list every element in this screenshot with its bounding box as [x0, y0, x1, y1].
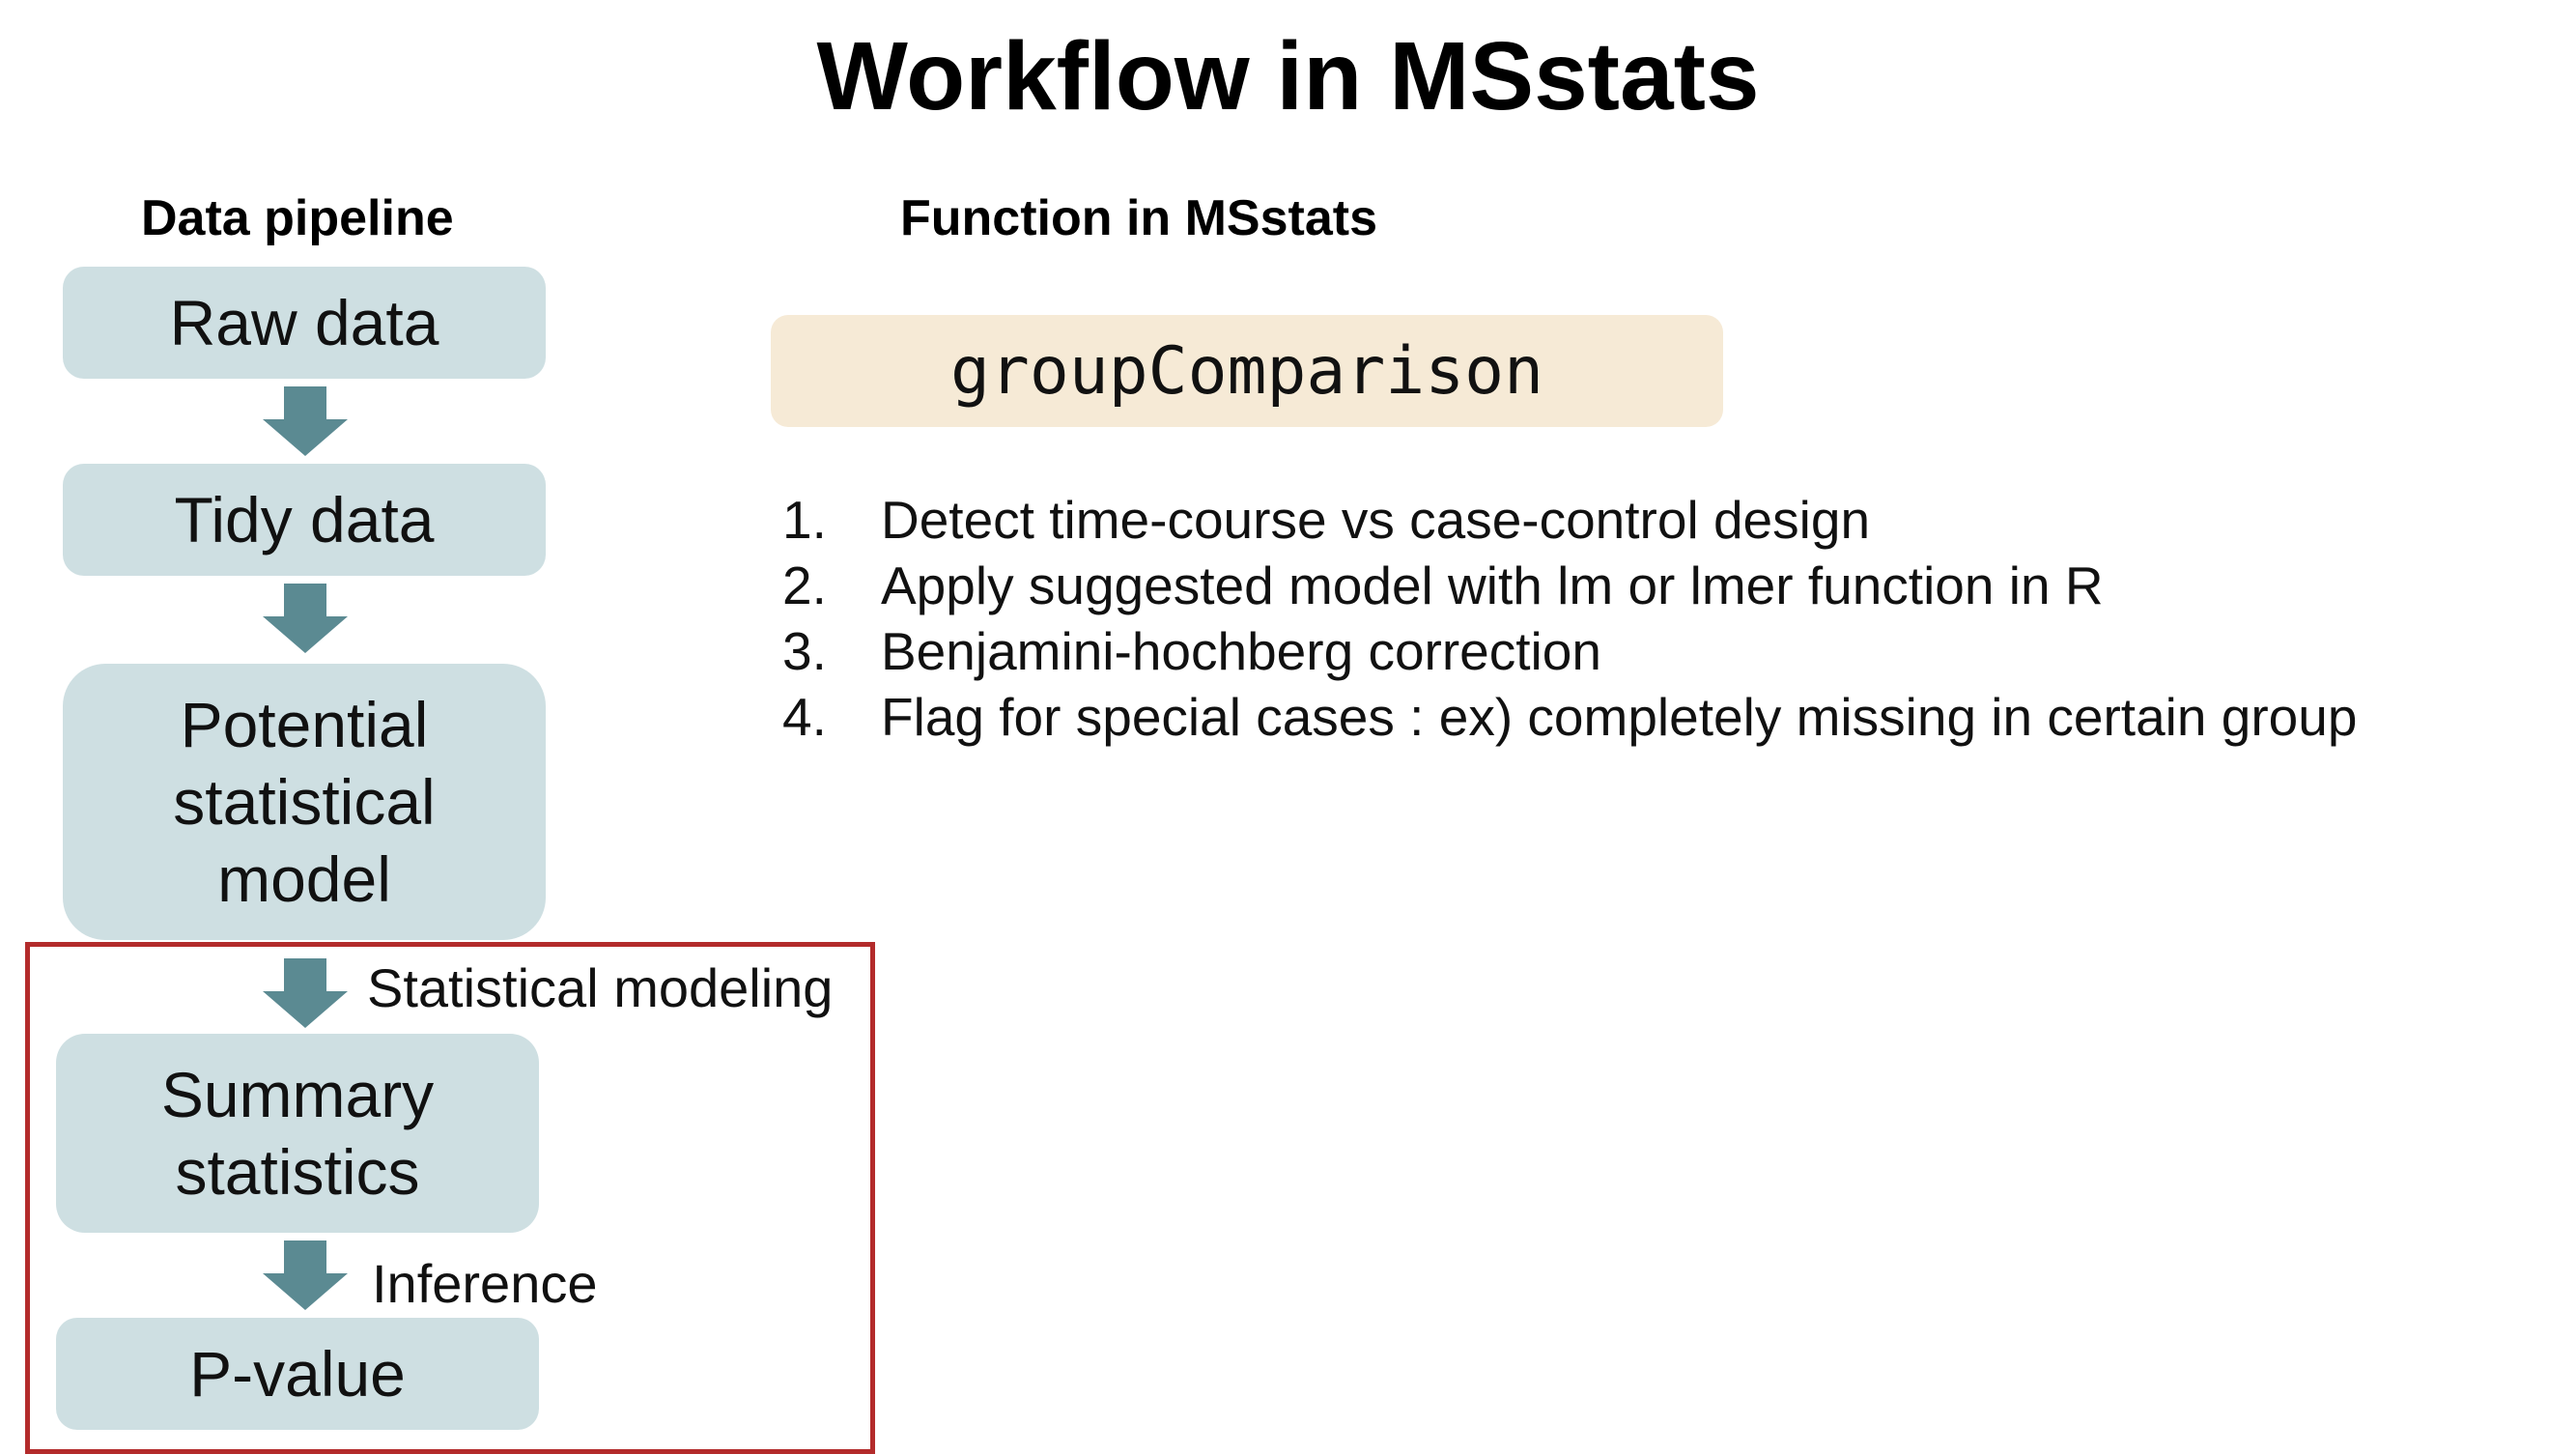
model-label-line: model	[217, 843, 391, 915]
list-item: 4. Flag for special cases : ex) complete…	[782, 684, 2357, 750]
down-arrow-icon	[263, 958, 348, 1028]
statistical-model-box: Potential statistical model	[63, 664, 546, 940]
inference-label: Inference	[372, 1253, 598, 1314]
model-label-line: statistical	[173, 766, 436, 838]
p-value-box: P-value	[56, 1318, 539, 1430]
model-label-line: Potential	[180, 689, 429, 760]
list-item: 3. Benjamini-hochberg correction	[782, 618, 2357, 684]
summary-label-line: statistics	[175, 1136, 420, 1208]
step-text: Flag for special cases : ex) completely …	[881, 687, 2358, 747]
list-item: 2. Apply suggested model with lm or lmer…	[782, 553, 2357, 618]
step-text: Apply suggested model with lm or lmer fu…	[881, 556, 2104, 615]
pipeline-heading: Data pipeline	[141, 190, 454, 246]
tidy-data-box: Tidy data	[63, 464, 546, 576]
statistical-modeling-label: Statistical modeling	[367, 957, 834, 1018]
function-name-box: groupComparison	[771, 315, 1723, 427]
down-arrow-icon	[263, 386, 348, 456]
step-number: 2.	[782, 556, 827, 615]
step-number: 4.	[782, 687, 827, 747]
down-arrow-icon	[263, 584, 348, 653]
function-heading: Function in MSstats	[900, 190, 1377, 246]
tidy-data-label: Tidy data	[174, 484, 435, 556]
step-text: Detect time-course vs case-control desig…	[881, 490, 1871, 550]
steps-list: 1. Detect time-course vs case-control de…	[782, 487, 2357, 750]
step-number: 3.	[782, 621, 827, 681]
raw-data-box: Raw data	[63, 267, 546, 379]
function-name: groupComparison	[949, 332, 1544, 410]
step-number: 1.	[782, 490, 827, 550]
summary-statistics-box: Summary statistics	[56, 1034, 539, 1233]
p-value-label: P-value	[189, 1338, 406, 1410]
step-text: Benjamini-hochberg correction	[881, 621, 1601, 681]
down-arrow-icon	[263, 1240, 348, 1310]
slide-title: Workflow in MSstats	[816, 22, 1760, 130]
list-item: 1. Detect time-course vs case-control de…	[782, 487, 2357, 553]
raw-data-label: Raw data	[169, 287, 439, 358]
summary-label-line: Summary	[160, 1059, 435, 1130]
